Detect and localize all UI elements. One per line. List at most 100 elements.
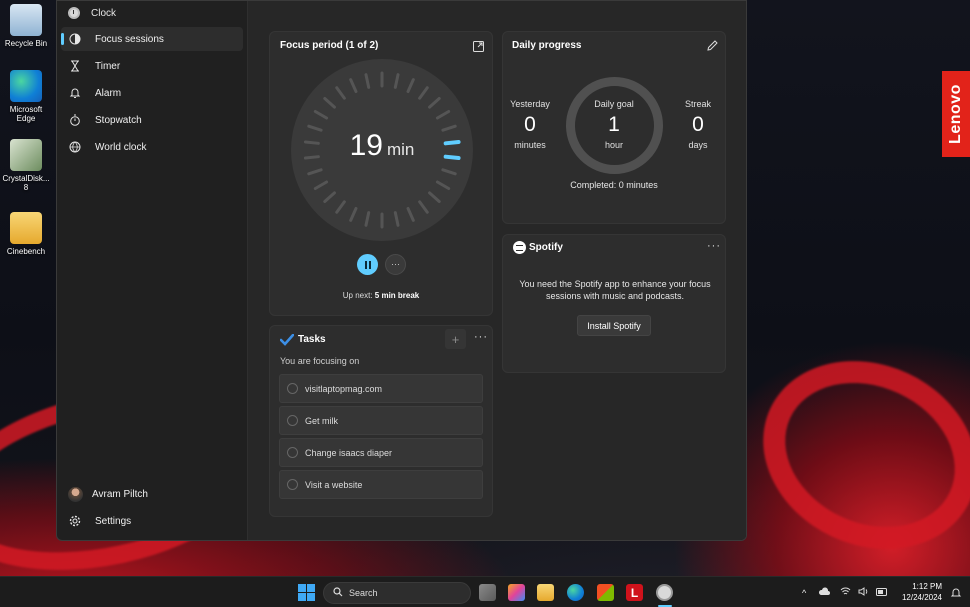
notifications-icon[interactable] [950, 586, 962, 604]
start-tile [307, 593, 315, 601]
dial-tick [428, 96, 441, 109]
copilot-icon[interactable] [508, 584, 525, 601]
nav-item-settings[interactable]: Settings [61, 509, 243, 533]
lenovo-badge: Lenovo [942, 71, 970, 157]
dial-tick [335, 200, 346, 214]
taskbar-search[interactable]: Search [323, 582, 471, 604]
tasks-card: Tasks + ··· You are focusing on visitlap… [269, 325, 493, 517]
nav-item-label: Focus sessions [95, 33, 164, 45]
start-button[interactable] [298, 584, 315, 601]
pause-button[interactable] [357, 254, 378, 275]
spotify-logo: Spotify [513, 241, 563, 254]
task-view-icon[interactable] [479, 584, 496, 601]
task-label: Change isaacs diaper [305, 447, 393, 458]
edge-taskbar-icon[interactable] [567, 584, 584, 601]
dial-tick [335, 86, 346, 100]
daily-progress-card: Daily progress Yesterday 0 minutes Daily… [502, 31, 726, 224]
task-label: visitlaptopmag.com [305, 383, 383, 394]
focus-icon [68, 32, 82, 46]
nav-item-timer[interactable]: Timer [61, 54, 243, 78]
dial-tick [323, 96, 336, 109]
nav-pane: Focus sessions Timer Alarm Stopwatch Wor… [57, 25, 247, 540]
nav-item-stopwatch[interactable]: Stopwatch [61, 108, 243, 132]
nav-item-label: Settings [95, 515, 132, 527]
user-account-item[interactable]: Avram Piltch [61, 482, 243, 506]
task-label: Get milk [305, 415, 339, 426]
focus-period-title: Focus period (1 of 2) [280, 40, 379, 51]
dial-tick [406, 78, 415, 94]
user-name: Avram Piltch [92, 488, 148, 500]
spotify-card: Spotify ··· You need the Spotify app to … [502, 234, 726, 373]
recycle-bin-icon [10, 4, 42, 36]
avatar [68, 486, 83, 502]
search-placeholder: Search [349, 588, 378, 598]
clock-taskbar-icon[interactable] [656, 584, 673, 601]
dial-tick [393, 73, 400, 89]
task-item[interactable]: visitlaptopmag.com [279, 374, 483, 403]
completed-text: Completed: 0 minutes [570, 180, 658, 190]
spotify-message: You need the Spotify app to enhance your… [519, 279, 711, 301]
crystaldisk-icon [10, 139, 42, 171]
desktop-icon-cinebench[interactable]: Cinebench [2, 208, 50, 256]
lenovo-vantage-icon[interactable]: L [626, 584, 643, 601]
onedrive-icon[interactable] [818, 587, 831, 598]
focus-minutes: 19 [349, 129, 383, 162]
yesterday-stat: Yesterday 0 minutes [510, 99, 550, 150]
taskbar: Search L ^ 1:12 PM 12/24/2024 [0, 576, 970, 607]
dial-tick [313, 180, 329, 190]
up-next-text: Up next: 5 min break [342, 291, 420, 300]
search-icon [333, 587, 343, 599]
dial-tick [418, 86, 429, 100]
store-icon[interactable] [597, 584, 614, 601]
tasks-more-button[interactable]: ··· [474, 331, 488, 343]
task-item[interactable]: Change isaacs diaper [279, 438, 483, 467]
daily-progress-title: Daily progress [512, 40, 582, 51]
focus-dial: 19 min [291, 59, 473, 241]
volume-icon[interactable] [858, 587, 869, 598]
nav-item-focus-sessions[interactable]: Focus sessions [61, 27, 243, 51]
task-checkbox[interactable] [287, 479, 298, 490]
wifi-icon[interactable] [840, 587, 851, 598]
nav-item-label: Alarm [95, 87, 122, 99]
dial-tick [349, 206, 358, 222]
folder-icon [10, 212, 42, 244]
focus-more-button[interactable]: ··· [385, 254, 406, 275]
dial-tick [393, 211, 400, 227]
tasks-subtitle: You are focusing on [280, 356, 360, 366]
start-tile [298, 584, 306, 592]
desktop-icon-edge[interactable]: Microsoft Edge [2, 70, 50, 123]
taskbar-clock[interactable]: 1:12 PM 12/24/2024 [902, 581, 942, 603]
task-checkbox[interactable] [287, 415, 298, 426]
clock-time: 1:12 PM [912, 582, 942, 591]
task-label: Visit a website [305, 479, 363, 490]
edit-icon[interactable] [707, 38, 718, 56]
dial-tick [435, 180, 451, 190]
nav-item-label: Timer [95, 60, 121, 72]
nav-item-label: World clock [95, 141, 147, 153]
nav-item-world-clock[interactable]: World clock [61, 135, 243, 159]
spotify-icon [513, 241, 526, 254]
install-spotify-button[interactable]: Install Spotify [577, 315, 651, 336]
task-checkbox[interactable] [287, 383, 298, 394]
nav-item-alarm[interactable]: Alarm [61, 81, 243, 105]
battery-icon[interactable] [876, 587, 888, 598]
streak-stat: Streak 0 days [684, 99, 711, 150]
desktop-icon-crystaldisk[interactable]: CrystalDisk... 8 [2, 139, 50, 192]
desktop-icon-recycle-bin[interactable]: Recycle Bin [2, 4, 50, 48]
nav-item-label: Stopwatch [95, 114, 142, 126]
clock-window: Clock — ☐ ✕ Focus sessions Timer Alarm [56, 0, 747, 541]
task-item[interactable]: Visit a website [279, 470, 483, 499]
file-explorer-icon[interactable] [537, 584, 554, 601]
spotify-more-button[interactable]: ··· [707, 240, 721, 252]
add-task-button[interactable]: + [445, 329, 466, 349]
mini-view-icon[interactable] [473, 39, 484, 57]
task-item[interactable]: Get milk [279, 406, 483, 435]
task-checkbox[interactable] [287, 447, 298, 458]
dial-tick [428, 191, 441, 204]
tray-overflow-button[interactable]: ^ [802, 588, 806, 598]
focus-time-readout: 19 min [291, 129, 473, 163]
dial-tick [307, 168, 323, 176]
dial-tick [323, 191, 336, 204]
dial-tick [364, 211, 371, 227]
nav-footer: Avram Piltch Settings [57, 480, 247, 536]
